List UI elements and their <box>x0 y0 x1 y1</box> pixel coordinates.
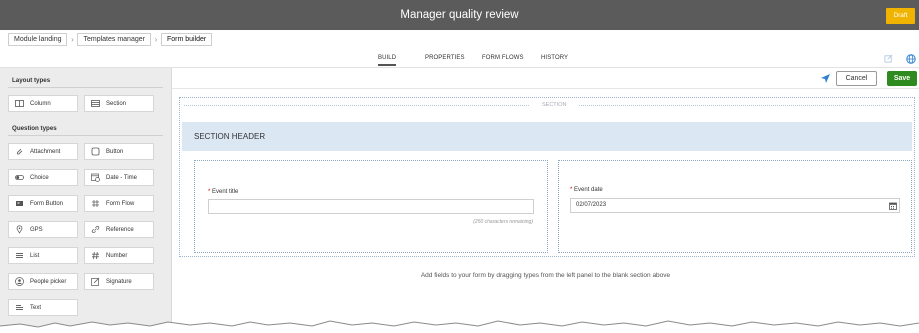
tab-bar: BUILD PROPERTIES FORM FLOWS HISTORY <box>0 51 919 68</box>
paperclip-icon <box>15 147 24 156</box>
palette-item-section[interactable]: Section <box>84 95 154 112</box>
field-label-text: Event title <box>212 189 239 195</box>
tab-form-flows[interactable]: FORM FLOWS <box>482 55 524 61</box>
required-marker: * <box>570 187 573 193</box>
field-card-event-title[interactable]: * Event title (250 characters remaining) <box>194 160 548 253</box>
person-icon <box>15 277 24 286</box>
status-badge: Draft <box>886 8 915 24</box>
field-label: * Event date <box>570 187 603 193</box>
calendar-icon[interactable] <box>889 202 897 210</box>
event-date-input[interactable]: 02/07/2023 <box>570 198 900 213</box>
breadcrumb-form-builder: Form builder <box>160 33 213 46</box>
torn-edge <box>0 320 919 333</box>
palette-item-label: Section <box>106 100 127 107</box>
palette-item-text[interactable]: Text <box>8 299 78 316</box>
navigation-arrow-icon[interactable] <box>820 73 831 84</box>
tab-history[interactable]: HISTORY <box>541 55 568 61</box>
link-icon <box>91 225 100 234</box>
divider <box>8 135 163 136</box>
palette-item-form-button[interactable]: Form Button <box>8 195 78 212</box>
palette-item-people-picker[interactable]: People picker <box>8 273 78 290</box>
list-icon <box>15 251 24 260</box>
title-bar: Manager quality review Draft <box>0 0 919 30</box>
palette-item-label: Column <box>30 100 51 107</box>
save-button[interactable]: Save <box>887 71 917 86</box>
chevron-right-icon: › <box>154 35 158 44</box>
palette-item-date-time[interactable]: Date - Time <box>84 169 154 186</box>
field-palette: Layout types Column Section Question typ… <box>0 68 172 333</box>
breadcrumb: Module landing › Templates manager › For… <box>8 33 213 46</box>
field-label-text: Event date <box>574 187 603 193</box>
palette-item-label: Signature <box>106 278 132 285</box>
palette-item-label: Attachment <box>30 148 61 155</box>
palette-item-column[interactable]: Column <box>8 95 78 112</box>
edit-icon[interactable] <box>884 54 893 63</box>
form-title: Manager quality review <box>400 9 519 21</box>
globe-icon[interactable] <box>906 54 916 64</box>
palette-item-choice[interactable]: Choice <box>8 169 78 186</box>
form-flow-icon <box>91 199 100 208</box>
hash-icon <box>91 251 100 260</box>
palette-item-label: List <box>30 252 40 259</box>
chevron-right-icon: › <box>71 35 74 44</box>
form-button-icon <box>15 199 24 208</box>
form-canvas: SECTION SECTION HEADER * Event title (25… <box>172 89 919 333</box>
field-label: * Event title <box>208 189 238 195</box>
palette-item-number[interactable]: Number <box>84 247 154 264</box>
divider <box>184 105 529 106</box>
divider <box>8 87 163 88</box>
palette-item-label: Choice <box>30 174 49 181</box>
layout-types-heading: Layout types <box>12 77 51 84</box>
breadcrumb-templates-manager[interactable]: Templates manager <box>77 33 151 46</box>
palette-item-label: Form Flow <box>106 200 135 207</box>
palette-item-label: GPS <box>30 226 43 233</box>
section-header[interactable]: SECTION HEADER <box>182 122 912 151</box>
event-title-input[interactable] <box>208 199 534 214</box>
text-icon <box>15 303 24 312</box>
palette-item-button[interactable]: Button <box>84 143 154 160</box>
event-date-value: 02/07/2023 <box>576 202 607 208</box>
toggle-icon <box>15 173 24 182</box>
section-icon <box>91 99 100 108</box>
palette-item-label: People picker <box>30 278 67 285</box>
palette-item-label: Text <box>30 304 42 311</box>
divider <box>579 105 912 106</box>
palette-item-label: Form Button <box>30 200 64 207</box>
palette-item-attachment[interactable]: Attachment <box>8 143 78 160</box>
breadcrumb-module-landing[interactable]: Module landing <box>8 33 68 46</box>
tab-properties[interactable]: PROPERTIES <box>425 55 465 61</box>
palette-item-gps[interactable]: GPS <box>8 221 78 238</box>
required-marker: * <box>208 189 211 195</box>
form-section[interactable]: SECTION SECTION HEADER * Event title (25… <box>179 97 915 257</box>
palette-item-signature[interactable]: Signature <box>84 273 154 290</box>
palette-item-reference[interactable]: Reference <box>84 221 154 238</box>
field-card-event-date[interactable]: * Event date 02/07/2023 <box>558 160 912 253</box>
action-bar: Cancel Save <box>172 68 919 89</box>
palette-item-label: Date - Time <box>106 174 138 181</box>
cancel-button[interactable]: Cancel <box>836 71 877 86</box>
location-pin-icon <box>15 225 24 234</box>
section-header-title: SECTION HEADER <box>194 132 266 141</box>
palette-item-label: Reference <box>106 226 134 233</box>
character-count: (250 characters remaining) <box>473 219 533 225</box>
calendar-clock-icon <box>91 173 100 182</box>
tab-build[interactable]: BUILD <box>378 55 397 66</box>
palette-item-label: Number <box>106 252 128 259</box>
palette-item-form-flow[interactable]: Form Flow <box>84 195 154 212</box>
column-icon <box>15 99 24 108</box>
button-icon <box>91 147 100 156</box>
section-tag: SECTION <box>536 102 573 108</box>
signature-icon <box>91 277 100 286</box>
palette-item-label: Button <box>106 148 124 155</box>
question-types-heading: Question types <box>12 125 57 132</box>
palette-item-list[interactable]: List <box>8 247 78 264</box>
drag-hint: Add fields to your form by dragging type… <box>420 272 671 279</box>
